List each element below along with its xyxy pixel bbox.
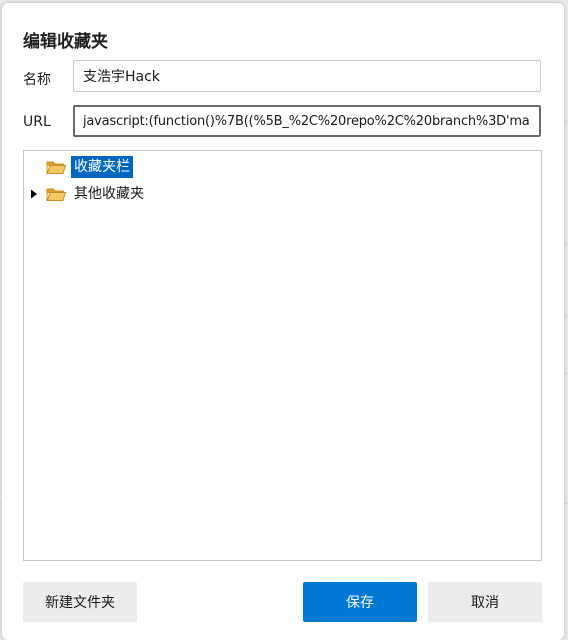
url-label: URL [23, 114, 51, 130]
tree-item-favorites-bar[interactable]: 收藏夹栏 [24, 155, 541, 179]
tree-item-label: 其他收藏夹 [74, 186, 144, 202]
name-label: 名称 [23, 72, 51, 88]
new-folder-button[interactable]: 新建文件夹 [23, 582, 137, 622]
dialog-title: 编辑收藏夹 [23, 32, 108, 52]
cancel-button[interactable]: 取消 [428, 582, 542, 622]
save-button[interactable]: 保存 [303, 582, 417, 622]
folder-icon [46, 188, 66, 201]
tree-item-other-favorites[interactable]: 其他收藏夹 [24, 182, 541, 206]
tree-item-label: 收藏夹栏 [71, 156, 133, 178]
url-input[interactable] [73, 105, 541, 137]
folder-tree[interactable]: 收藏夹栏 其他收藏夹 [23, 150, 542, 561]
edit-favorite-dialog: 编辑收藏夹 名称 URL 收藏夹栏 其他收藏夹 新建文件 [2, 3, 564, 640]
expand-arrow-icon[interactable] [28, 188, 40, 200]
folder-open-icon [46, 161, 66, 174]
name-input[interactable] [73, 60, 541, 92]
